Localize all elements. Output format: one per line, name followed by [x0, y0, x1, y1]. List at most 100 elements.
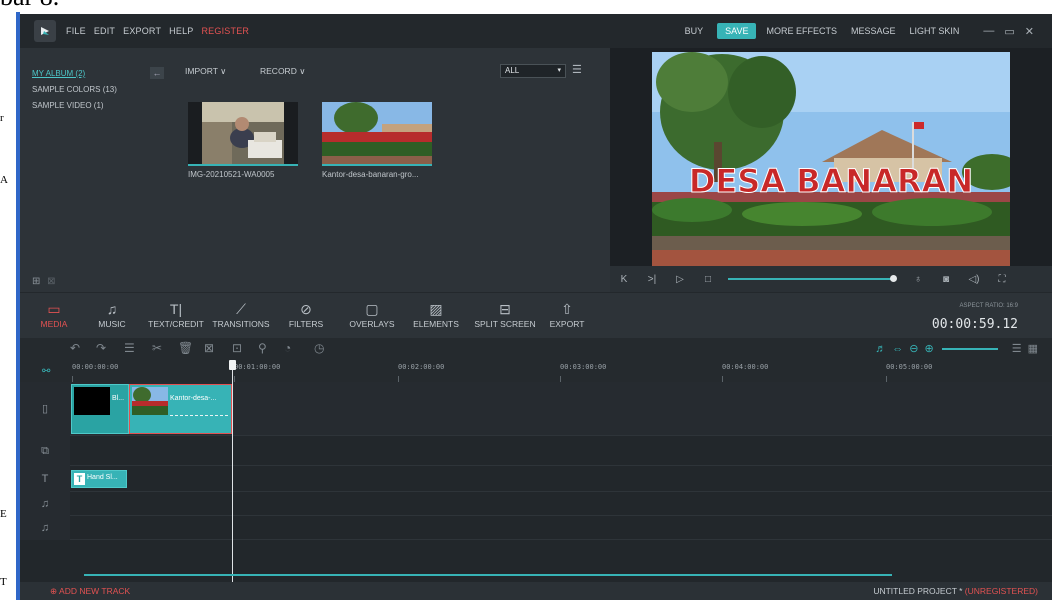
- redo-icon[interactable]: ↷: [96, 341, 106, 355]
- pip-track-icon: ⧉: [20, 436, 70, 466]
- clip-thumbnail: [132, 387, 168, 415]
- preview-panel: DESA BANARAN K >| ▷ □ ♁ ◙ ◁) ⛶: [610, 48, 1052, 292]
- music-track: ♫: [20, 516, 1052, 540]
- ruler-tick-label: 00:03:00:00: [560, 363, 607, 371]
- video-clip[interactable]: Bl...: [71, 384, 129, 434]
- playhead-handle[interactable]: [229, 360, 236, 370]
- tab-label: FILTERS: [288, 319, 324, 329]
- save-button[interactable]: SAVE: [717, 23, 757, 39]
- zoom-in-icon[interactable]: ⊕: [925, 342, 934, 355]
- text-clip[interactable]: T Hand Sl...: [71, 470, 127, 488]
- grid-view-icon[interactable]: ▦: [1028, 342, 1038, 355]
- delete-icon[interactable]: 🗑︎: [178, 341, 193, 355]
- tab-elements[interactable]: ▨ ELEMENTS: [410, 301, 462, 329]
- menu-help[interactable]: HELP: [169, 26, 193, 36]
- playhead-line[interactable]: [232, 360, 233, 582]
- buy-button[interactable]: BUY: [685, 26, 704, 36]
- album-item-sample-colors[interactable]: SAMPLE COLORS (13): [32, 82, 117, 98]
- tab-label: SPLIT SCREEN: [474, 319, 536, 329]
- filter-icon: ⊘: [300, 301, 312, 317]
- music-icon: ♫: [106, 301, 118, 317]
- tab-export[interactable]: ⇧ EXPORT: [544, 301, 590, 329]
- timeline-scrollbar[interactable]: [84, 574, 892, 576]
- tab-overlays[interactable]: ▢ OVERLAYS: [346, 301, 398, 329]
- microphone-icon[interactable]: ♁: [904, 274, 932, 285]
- overlay-icon: ▢: [365, 301, 379, 317]
- tab-label: MEDIA: [40, 319, 68, 329]
- add-folder-icon[interactable]: ⊞: [32, 276, 40, 287]
- snapshot-icon[interactable]: ◙: [932, 274, 960, 285]
- window-controls: — ▭ ✕: [983, 25, 1044, 38]
- ruler-tick-label: 00:02:00:00: [398, 363, 445, 371]
- tab-transitions[interactable]: ⟋ TRANSITIONS: [208, 301, 274, 329]
- list-view-icon[interactable]: ☰: [1012, 342, 1022, 355]
- album-list: MY ALBUM (2) SAMPLE COLORS (13) SAMPLE V…: [32, 66, 117, 114]
- zoom-slider[interactable]: [941, 347, 998, 350]
- light-skin-button[interactable]: LIGHT SKIN: [910, 26, 960, 36]
- audio-mixer-icon[interactable]: ♬: [875, 343, 886, 355]
- undo-icon[interactable]: ↶: [70, 341, 80, 355]
- tab-split-screen[interactable]: ⊟ SPLIT SCREEN: [460, 301, 550, 329]
- scrubber-handle[interactable]: [890, 275, 897, 282]
- more-effects-button[interactable]: MORE EFFECTS: [766, 26, 837, 36]
- thumbnail-used-indicator: [188, 164, 298, 166]
- add-icon: ⊕: [50, 586, 58, 596]
- add-track-button[interactable]: ⊕ ADD NEW TRACK: [50, 586, 130, 597]
- menu-file[interactable]: FILE: [66, 26, 86, 36]
- message-button[interactable]: MESSAGE: [851, 26, 896, 36]
- fullscreen-icon[interactable]: ⛶: [988, 274, 1016, 285]
- cut-icon[interactable]: ✂: [152, 341, 162, 355]
- timeline-tracks: ▯ ⧉ T ♫ ♫ Bl... Kantor-desa-... T Hand S…: [20, 382, 1052, 582]
- delete-folder-icon[interactable]: ⊠: [47, 276, 55, 287]
- crop-icon[interactable]: ⊠: [204, 341, 214, 355]
- record-dropdown[interactable]: RECORD ∨: [260, 66, 305, 77]
- tab-filters[interactable]: ⊘ FILTERS: [286, 301, 326, 329]
- media-thumbnail[interactable]: [322, 102, 432, 164]
- preview-video: DESA BANARAN: [652, 52, 1010, 266]
- fit-timeline-icon[interactable]: ⇔: [892, 343, 903, 355]
- tab-media[interactable]: ▭ MEDIA: [34, 301, 74, 329]
- timeline-ruler[interactable]: ⚯ 00:00:00:00 00:01:00:00 00:02:00:00 00…: [20, 360, 1052, 382]
- preview-timecode: 00:00:59.12: [931, 317, 1018, 332]
- playback-scrubber[interactable]: [728, 275, 897, 282]
- volume-icon[interactable]: ◁): [960, 274, 988, 285]
- media-filter-select[interactable]: ALL ▾: [500, 64, 566, 78]
- tab-label: ELEMENTS: [413, 319, 459, 329]
- clip-label: Kantor-desa-...: [170, 395, 217, 402]
- library-bottom-icons: ⊞ ⊠: [32, 276, 56, 287]
- zoom-tool-icon[interactable]: ⚲: [258, 341, 267, 355]
- link-icon[interactable]: ⚯: [42, 366, 50, 377]
- tab-music[interactable]: ♫ MUSIC: [92, 301, 132, 329]
- ruler-tick-label: 00:04:00:00: [722, 363, 769, 371]
- play-icon[interactable]: ▷: [666, 274, 694, 285]
- menu-register[interactable]: REGISTER: [201, 26, 249, 36]
- color-icon[interactable]: ◔: [284, 341, 291, 355]
- import-dropdown[interactable]: IMPORT ∨: [185, 66, 226, 77]
- zoom-out-icon[interactable]: ⊖: [909, 342, 918, 355]
- list-view-icon[interactable]: ☰: [572, 63, 582, 76]
- stop-icon[interactable]: □: [694, 274, 722, 285]
- adjust-icon[interactable]: ☰: [124, 341, 135, 355]
- menu-edit[interactable]: EDIT: [94, 26, 115, 36]
- music-track: ♫: [20, 492, 1052, 516]
- detach-icon[interactable]: ⊡: [232, 341, 242, 355]
- menu-export[interactable]: EXPORT: [123, 26, 161, 36]
- album-item-sample-video[interactable]: SAMPLE VIDEO (1): [32, 98, 117, 114]
- album-item-my-album[interactable]: MY ALBUM (2): [32, 66, 117, 82]
- tab-label: TEXT/CREDIT: [148, 319, 204, 329]
- video-clip-selected[interactable]: Kantor-desa-...: [129, 384, 232, 434]
- timeline-footer: ⊕ ADD NEW TRACK UNTITLED PROJECT * (UNRE…: [20, 582, 1052, 600]
- back-arrow-icon[interactable]: ←: [150, 67, 164, 79]
- close-icon[interactable]: ✕: [1025, 25, 1034, 38]
- project-title: UNTITLED PROJECT *: [873, 586, 963, 596]
- maximize-icon[interactable]: ▭: [1004, 25, 1014, 38]
- minimize-icon[interactable]: —: [983, 25, 994, 37]
- pip-track: ⧉: [20, 436, 1052, 466]
- media-thumbnail[interactable]: [188, 102, 298, 164]
- app-logo-icon: [34, 20, 56, 42]
- tab-text-credit[interactable]: T| TEXT/CREDIT: [146, 301, 206, 329]
- media-filter-value: ALL: [505, 66, 520, 75]
- step-back-icon[interactable]: >|: [638, 274, 666, 285]
- speed-icon[interactable]: ◷: [314, 341, 324, 355]
- skip-start-icon[interactable]: K: [610, 274, 638, 285]
